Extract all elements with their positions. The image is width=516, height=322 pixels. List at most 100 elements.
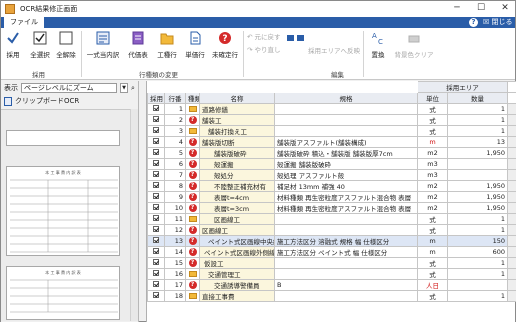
tab-file[interactable]: ファイル	[4, 17, 44, 28]
adopt-checkbox[interactable]	[153, 149, 159, 155]
quantity-cell[interactable]	[447, 169, 508, 181]
column-header[interactable]: 採用	[147, 92, 165, 104]
undo-button[interactable]: ↶ 元に戻す	[247, 31, 281, 41]
unit-cell[interactable]: m	[417, 246, 448, 258]
spec-cell[interactable]	[274, 257, 418, 269]
row-kind-cell[interactable]: ?	[185, 158, 200, 170]
select-all-button[interactable]: 全選択	[27, 29, 53, 59]
minimize-button[interactable]: ─	[447, 1, 467, 15]
table-row[interactable]: 13? ペイント式区画線中央線 施工方法区分 溶融式 規格 幅 仕様区分 m 150	[147, 235, 516, 247]
name-cell[interactable]: 表層t=3cm	[199, 202, 275, 214]
adopt-checkbox[interactable]	[153, 116, 159, 122]
table-row[interactable]: 5? 舗装版破砕 舗装版破砕 積込・舗装版 舗装版厚7cm m2 1,950	[147, 147, 516, 159]
name-cell[interactable]: 殻処分	[199, 169, 275, 181]
table-row[interactable]: 15? 仮設工 式 1	[147, 257, 516, 269]
batch-match-button[interactable]: 一式当内訳	[85, 29, 121, 59]
quantity-cell[interactable]: 1,950	[447, 191, 508, 203]
clipboard-ocr-button[interactable]: クリップボードOCR	[4, 96, 79, 106]
table-row[interactable]: 12? 区画線工 式 1	[147, 224, 516, 236]
adopt-checkbox[interactable]	[153, 281, 159, 287]
name-cell[interactable]: 交通誘導警備員	[199, 279, 275, 291]
spec-cell[interactable]: 殻処理 アスファルト殻	[274, 169, 418, 181]
adopt-checkbox[interactable]	[153, 171, 159, 177]
adopt-checkbox-cell[interactable]	[147, 180, 165, 192]
spec-cell[interactable]: 舗装版破砕 積込・舗装版 舗装版厚7cm	[274, 147, 418, 159]
adopt-checkbox[interactable]	[153, 182, 159, 188]
name-cell[interactable]: 舗装打換え工	[199, 125, 275, 137]
row-kind-cell[interactable]: ?	[185, 180, 200, 192]
name-cell[interactable]: 交通管理工	[199, 268, 275, 280]
spec-cell[interactable]: 施工方法区分 ペイント式 幅 仕様区分	[274, 246, 418, 258]
search-icon[interactable]: ⌕	[131, 84, 135, 93]
spec-cell[interactable]: B	[274, 279, 418, 291]
name-cell[interactable]: 表層t=4cm	[199, 191, 275, 203]
adopt-checkbox[interactable]	[153, 127, 159, 133]
unit-cell[interactable]: 人日	[417, 279, 448, 291]
row-kind-cell[interactable]	[185, 213, 200, 225]
unit-cell[interactable]: m2	[417, 180, 448, 192]
quantity-cell[interactable]: 1	[447, 257, 508, 269]
name-cell[interactable]: 直接工事費	[199, 290, 275, 302]
replace-button[interactable]: AC 置換	[367, 29, 389, 59]
adopt-checkbox[interactable]	[153, 105, 159, 111]
name-cell[interactable]: 区画線工	[199, 213, 275, 225]
adopt-button[interactable]: 採用	[3, 29, 23, 59]
spec-cell[interactable]: 殻運搬 舗装版破砕	[274, 158, 418, 170]
quantity-cell[interactable]: 1	[447, 114, 508, 126]
chevron-down-icon[interactable]: ▼	[120, 83, 128, 93]
table-row[interactable]: 8? 不陸整正補充材有 補足材 13mm 補強 40 m2 1,950	[147, 180, 516, 192]
adopt-checkbox-cell[interactable]	[147, 114, 165, 126]
column-header[interactable]: 行番	[164, 92, 186, 104]
adopt-checkbox-cell[interactable]	[147, 257, 165, 269]
close-window-button[interactable]: ✕	[495, 1, 515, 15]
adopt-checkbox-cell[interactable]	[147, 158, 165, 170]
adopt-checkbox[interactable]	[153, 248, 159, 254]
reflect-adopt-area-button[interactable]: 採用エリアへ反映	[308, 45, 360, 55]
deselect-all-button[interactable]: 全解除	[53, 29, 79, 59]
unit-cell[interactable]: 式	[417, 213, 448, 225]
table-row[interactable]: 10? 表層t=3cm 材料種類 再生密粒度アスファルト混合物 表層 m2 1,950	[147, 202, 516, 214]
adopt-checkbox[interactable]	[153, 215, 159, 221]
adopt-checkbox-cell[interactable]	[147, 125, 165, 137]
page-thumbnail[interactable]: 本 工 事 費 内 訳 表	[6, 266, 120, 320]
table-row[interactable]: 9? 表層t=4cm 材料種類 再生密粒度アスファルト混合物 表層 m2 1,950	[147, 191, 516, 203]
row-kind-cell[interactable]: ?	[185, 136, 200, 148]
name-cell[interactable]: 舗装版切断	[199, 136, 275, 148]
adopt-checkbox-cell[interactable]	[147, 279, 165, 291]
row-kind-cell[interactable]: ?	[185, 224, 200, 236]
table-row[interactable]: 4? 舗装版切断 舗装版アスファルト(舗装構成) m 13	[147, 136, 516, 148]
row-kind-cell[interactable]	[185, 125, 200, 137]
unit-cell[interactable]: m2	[417, 147, 448, 159]
maximize-button[interactable]: ☐	[471, 1, 491, 15]
adopt-checkbox-cell[interactable]	[147, 224, 165, 236]
name-cell[interactable]: 仮設工	[199, 257, 275, 269]
adopt-checkbox-cell[interactable]	[147, 202, 165, 214]
unit-cell[interactable]: 式	[417, 125, 448, 137]
column-header[interactable]: 種類	[185, 92, 200, 104]
adopt-checkbox-cell[interactable]	[147, 235, 165, 247]
column-header[interactable]: 単位	[417, 92, 448, 104]
unit-cell[interactable]: 式	[417, 290, 448, 302]
price-table-button[interactable]: 代価表	[123, 29, 153, 59]
table-row[interactable]: 7? 殻処分 殻処理 アスファルト殻 m3	[147, 169, 516, 181]
row-kind-cell[interactable]: ?	[185, 257, 200, 269]
name-cell[interactable]: 道路修繕	[199, 103, 275, 115]
table-row[interactable]: 14? ペイント式区画線外側線 施工方法区分 ペイント式 幅 仕様区分 m 600	[147, 246, 516, 258]
table-row[interactable]: 11 区画線工 式 1	[147, 213, 516, 225]
spec-cell[interactable]: 材料種類 再生密粒度アスファルト混合物 表層	[274, 202, 418, 214]
adopt-checkbox[interactable]	[153, 226, 159, 232]
quantity-cell[interactable]: 150	[447, 235, 508, 247]
quantity-cell[interactable]	[447, 279, 508, 291]
adopt-checkbox[interactable]	[153, 259, 159, 265]
quantity-cell[interactable]: 13	[447, 136, 508, 148]
name-cell[interactable]: ペイント式区画線外側線	[199, 246, 275, 258]
adopt-checkbox[interactable]	[153, 204, 159, 210]
name-cell[interactable]: 舗装版破砕	[199, 147, 275, 159]
quantity-cell[interactable]: 1,950	[447, 202, 508, 214]
row-kind-cell[interactable]	[185, 268, 200, 280]
spec-cell[interactable]	[274, 114, 418, 126]
unit-cell[interactable]: m2	[417, 191, 448, 203]
name-cell[interactable]: 殻運搬	[199, 158, 275, 170]
adopt-checkbox-cell[interactable]	[147, 169, 165, 181]
arrow-right-icon[interactable]	[297, 35, 304, 41]
